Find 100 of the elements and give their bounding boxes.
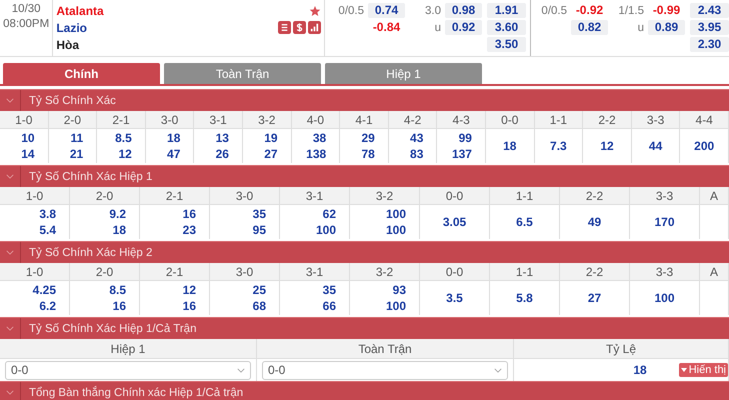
- section-header[interactable]: Tỷ Số Chính Xác Hiệp 1/Cả Trận: [0, 317, 729, 339]
- odds-value[interactable]: 27: [264, 147, 278, 161]
- odds-value[interactable]: 8.5: [115, 131, 132, 145]
- odds-value[interactable]: 26: [216, 147, 229, 161]
- score-header: 2-0: [70, 263, 140, 281]
- column-header: Toàn Trận: [257, 339, 514, 359]
- odds-value[interactable]: 44: [648, 139, 662, 153]
- odds-value[interactable]: 16: [182, 207, 196, 221]
- odds-value[interactable]: 11: [70, 131, 84, 145]
- odds-value[interactable]: 10: [21, 131, 35, 145]
- score-header: 4-2: [388, 111, 438, 129]
- odds-value[interactable]: 99: [458, 131, 472, 145]
- odds-value[interactable]: -0.92: [571, 3, 608, 18]
- odds-value[interactable]: 100: [654, 291, 675, 305]
- odds-value[interactable]: 12: [118, 147, 132, 161]
- odds-value[interactable]: 2.43: [690, 3, 729, 18]
- odds-value[interactable]: 100: [316, 223, 336, 237]
- odds-value[interactable]: 13: [216, 131, 229, 145]
- score-header: 4-4: [680, 111, 729, 129]
- star-icon[interactable]: [309, 4, 321, 16]
- odds-value[interactable]: 3.95: [690, 20, 729, 35]
- odds-value[interactable]: 0.92: [445, 20, 482, 35]
- column-header: Hiệp 1: [0, 339, 257, 359]
- score-select[interactable]: 0-0: [5, 360, 251, 380]
- section-header[interactable]: Tổng Bàn thắng Chính xác Hiệp 1/Cả trận: [0, 381, 729, 400]
- score-select[interactable]: 0-0: [262, 360, 508, 380]
- odds-value[interactable]: 23: [182, 223, 196, 237]
- odds-value[interactable]: 38: [312, 131, 326, 145]
- odds-value[interactable]: 1.91: [487, 3, 526, 18]
- odds-value[interactable]: 19: [264, 131, 278, 145]
- odds-value[interactable]: 16: [112, 299, 126, 313]
- odds-value[interactable]: 5.4: [39, 223, 56, 237]
- odds-value[interactable]: 18: [112, 223, 126, 237]
- odds-value[interactable]: -0.99: [648, 3, 685, 18]
- odds-value[interactable]: 8.5: [109, 283, 126, 297]
- odds-value[interactable]: 18: [633, 363, 647, 377]
- odds-value[interactable]: -0.84: [368, 20, 405, 35]
- score-header: 3-3: [630, 263, 700, 281]
- odds-value[interactable]: 6.2: [39, 299, 56, 313]
- odds-value[interactable]: 3.05: [442, 215, 466, 229]
- odds-value[interactable]: 49: [588, 215, 602, 229]
- odds-value[interactable]: 137: [452, 147, 472, 161]
- odds-value[interactable]: 200: [694, 139, 714, 153]
- odds-value[interactable]: 3.60: [487, 20, 526, 35]
- odds-value[interactable]: 95: [252, 223, 266, 237]
- odds-value[interactable]: 18: [167, 131, 180, 145]
- odds-value[interactable]: 47: [167, 147, 180, 161]
- odds-value[interactable]: 25: [252, 283, 266, 297]
- odds-value[interactable]: 27: [588, 291, 602, 305]
- section-title: Tỷ Số Chính Xác Hiệp 1: [28, 170, 152, 182]
- odds-value[interactable]: 0.89: [648, 20, 685, 35]
- odds-value[interactable]: 16: [182, 299, 196, 313]
- dollar-icon[interactable]: [293, 21, 306, 34]
- odds-value[interactable]: 3.8: [39, 207, 56, 221]
- score-header: 0-0: [486, 111, 535, 129]
- odds-value[interactable]: 78: [361, 147, 375, 161]
- show-button[interactable]: Hiến thị: [678, 363, 728, 377]
- score-header: 3-0: [210, 187, 280, 205]
- odds-value[interactable]: 14: [21, 147, 35, 161]
- section-header[interactable]: Tỷ Số Chính Xác: [0, 89, 729, 111]
- odds-value[interactable]: 21: [70, 147, 84, 161]
- odds-value[interactable]: 0.82: [571, 20, 608, 35]
- odds-value[interactable]: 18: [503, 139, 516, 153]
- odds-value[interactable]: 100: [386, 207, 406, 221]
- section-header[interactable]: Tỷ Số Chính Xác Hiệp 2: [0, 241, 729, 263]
- odds-value[interactable]: 9.2: [109, 207, 126, 221]
- odds-value[interactable]: 83: [410, 147, 424, 161]
- odds-value[interactable]: 170: [654, 215, 675, 229]
- section-title: Tỷ Số Chính Xác Hiệp 2: [28, 246, 152, 258]
- bar-chart-icon[interactable]: [308, 21, 321, 34]
- odds-value[interactable]: 3.50: [487, 37, 526, 52]
- odds-value[interactable]: 100: [386, 299, 406, 313]
- team-name: Hòa: [56, 38, 80, 52]
- odds-value[interactable]: 62: [322, 207, 336, 221]
- odds-value[interactable]: 7.3: [550, 139, 567, 153]
- list-icon[interactable]: [278, 21, 291, 34]
- odds-value[interactable]: 100: [386, 223, 406, 237]
- tab[interactable]: Chính: [3, 63, 160, 84]
- odds-value[interactable]: 138: [306, 147, 326, 161]
- odds-value[interactable]: 6.5: [516, 215, 533, 229]
- section-header[interactable]: Tỷ Số Chính Xác Hiệp 1: [0, 165, 729, 187]
- team-name: Atalanta: [56, 4, 104, 18]
- odds-value[interactable]: 66: [322, 299, 336, 313]
- odds-value[interactable]: 12: [600, 139, 614, 153]
- odds-value[interactable]: 68: [252, 299, 266, 313]
- chevron-down-icon: [6, 390, 14, 395]
- odds-value[interactable]: 2.30: [690, 37, 729, 52]
- odds-value[interactable]: 3.5: [446, 291, 463, 305]
- odds-value[interactable]: 5.8: [516, 291, 533, 305]
- odds-value[interactable]: 43: [410, 131, 424, 145]
- odds-value[interactable]: 0.74: [368, 3, 405, 18]
- odds-value[interactable]: 35: [252, 207, 266, 221]
- odds-value[interactable]: 93: [392, 283, 406, 297]
- odds-value[interactable]: 12: [182, 283, 196, 297]
- odds-value[interactable]: 35: [322, 283, 336, 297]
- score-header: 4-1: [340, 111, 389, 129]
- odds-value[interactable]: 29: [361, 131, 375, 145]
- odds-value[interactable]: 0.98: [445, 3, 482, 18]
- odds-value[interactable]: 4.25: [32, 283, 56, 297]
- score-header: 2-2: [560, 187, 630, 205]
